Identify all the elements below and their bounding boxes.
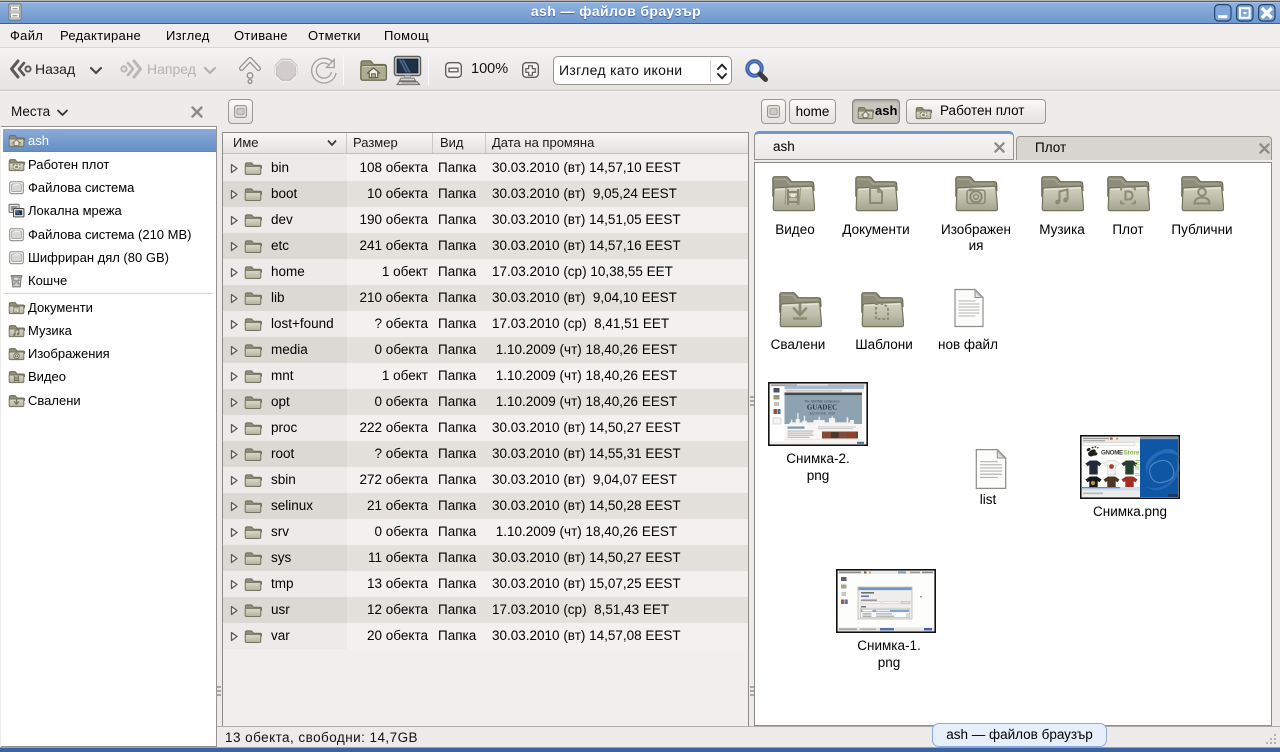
svg-text:GUADEC: GUADEC (807, 404, 837, 412)
svg-text:Store: Store (1124, 450, 1140, 457)
svg-text:July 24-30th, 2010: July 24-30th, 2010 (809, 412, 835, 416)
svg-text:GNOME: GNOME (1101, 450, 1123, 457)
